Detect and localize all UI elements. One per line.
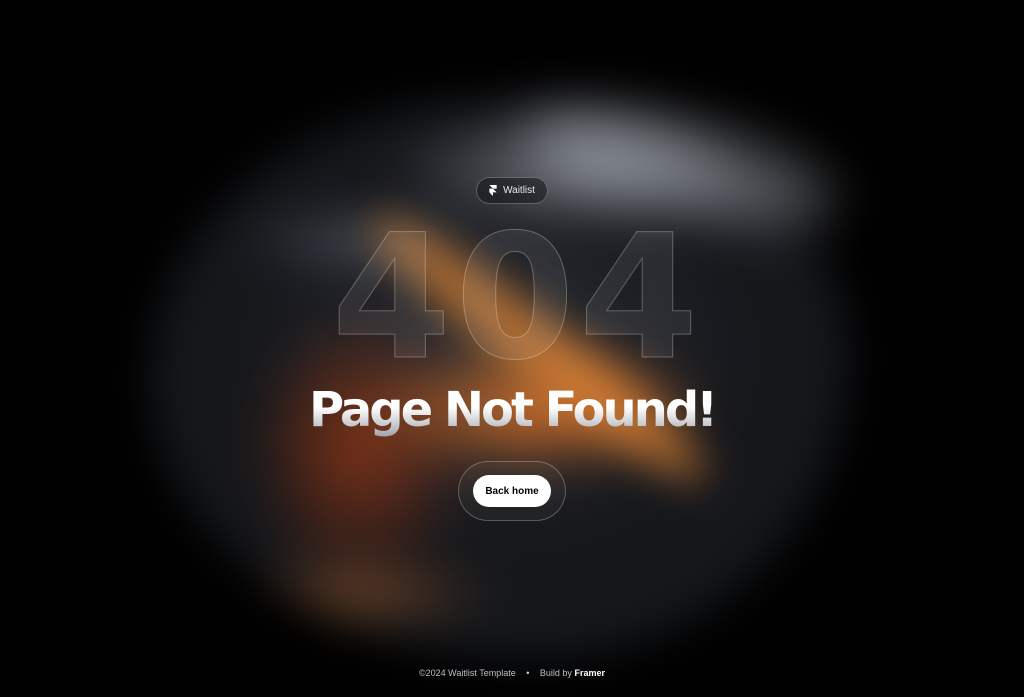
footer-separator: • xyxy=(526,668,530,678)
footer: ©2024 Waitlist Template • Build by Frame… xyxy=(0,668,1024,678)
waitlist-badge-label: Waitlist xyxy=(503,185,535,196)
framer-icon xyxy=(489,185,497,196)
back-home-button[interactable]: Back home xyxy=(473,475,551,507)
error-code: 404 xyxy=(331,197,703,398)
page-title: Page Not Found! xyxy=(250,382,774,438)
footer-build-prefix: Build by xyxy=(539,668,572,678)
footer-brand-link[interactable]: Framer xyxy=(574,668,605,678)
not-found-page: Waitlist 404 Page Not Found! Back home ©… xyxy=(0,0,1024,697)
footer-copyright: ©2024 Waitlist Template xyxy=(419,668,516,678)
